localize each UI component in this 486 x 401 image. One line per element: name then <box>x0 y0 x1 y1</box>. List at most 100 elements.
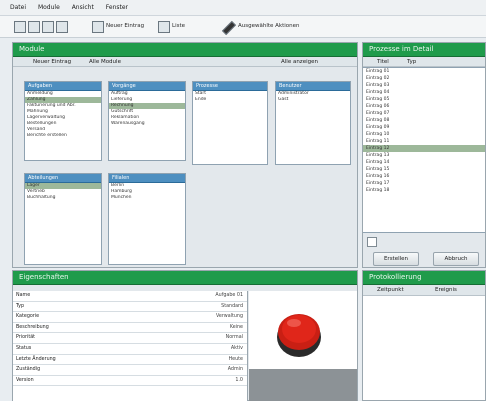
menu-module[interactable]: Module <box>38 4 60 11</box>
print-icon[interactable] <box>56 21 68 33</box>
new-file-icon[interactable] <box>14 21 26 33</box>
list-item[interactable]: Ende <box>193 97 267 103</box>
tab-show-all[interactable]: Alle anzeigen <box>281 59 318 65</box>
property-label: Kategorie <box>16 314 40 320</box>
table-row[interactable]: Typ Standard <box>13 302 247 313</box>
log-tabstrip: Zeitpunkt Ereignis <box>363 285 485 296</box>
modules-panel: Module Neuer Eintrag Alle Module Alle an… <box>12 42 358 268</box>
preview-footer <box>249 369 357 401</box>
property-value[interactable]: Normal <box>226 333 243 343</box>
column-time[interactable]: Zeitpunkt <box>377 287 404 293</box>
modules-tabstrip: Neuer Eintrag Alle Module Alle anzeigen <box>13 57 357 67</box>
list-item[interactable]: Eintrag 12 <box>363 145 485 152</box>
list-item[interactable]: Warenausgang <box>109 121 185 127</box>
list-item[interactable]: Eintrag 11 <box>363 138 485 145</box>
module-box-processes[interactable]: Vorgänge Auftrag Lieferung Rechnung Guts… <box>108 81 186 161</box>
details-panel: Prozesse im Detail Titel Typ Eintrag 01 … <box>362 42 486 268</box>
module-box-tasks-title: Aufgaben <box>25 82 101 91</box>
list-item[interactable]: Eintrag 04 <box>363 89 485 96</box>
menu-fenster[interactable]: Fenster <box>106 4 128 11</box>
list-item[interactable]: Eintrag 13 <box>363 152 485 159</box>
module-box-tasks[interactable]: Aufgaben Anmeldung Zahlung Fakturierung … <box>24 81 102 161</box>
column-event[interactable]: Ereignis <box>435 287 457 293</box>
module-box-users-title: Benutzer <box>276 82 350 91</box>
table-row[interactable]: Version 1.0 <box>13 376 247 387</box>
actions-label[interactable]: Ausgewählte Aktionen <box>238 23 300 29</box>
list-item[interactable]: Eintrag 05 <box>363 96 485 103</box>
create-button[interactable]: Erstellen <box>373 252 419 266</box>
property-value[interactable]: Admin <box>228 365 243 375</box>
tab-title[interactable]: Titel <box>377 59 389 65</box>
property-value[interactable]: Aufgabe 01 <box>215 291 243 301</box>
table-row[interactable]: Name Aufgabe 01 <box>13 291 247 302</box>
module-box-users[interactable]: Benutzer Administrator Gast <box>275 81 351 165</box>
table-row[interactable]: Priorität Normal <box>13 333 247 344</box>
new-entry-label[interactable]: Neuer Eintrag <box>106 23 144 29</box>
log-panel: Protokollierung Zeitpunkt Ereignis <box>362 270 486 401</box>
preview-area <box>249 291 357 369</box>
list-item[interactable]: Eintrag 14 <box>363 159 485 166</box>
module-box-departments-title: Abteilungen <box>25 174 101 183</box>
module-box-flows[interactable]: Prozesse Start Ende <box>192 81 268 165</box>
list-icon[interactable] <box>158 21 170 33</box>
table-row[interactable]: Beschreibung Keine <box>13 323 247 334</box>
properties-panel: Eigenschaften Name Aufgabe 01 Typ Standard… <box>12 270 358 401</box>
property-label: Name <box>16 293 31 298</box>
stop-button-icon[interactable] <box>249 291 357 369</box>
menu-ansicht[interactable]: Ansicht <box>72 4 94 11</box>
list-item[interactable]: Eintrag 17 <box>363 180 485 187</box>
menu-datei[interactable]: Datei <box>10 4 26 11</box>
list-item[interactable]: Eintrag 07 <box>363 110 485 117</box>
tab-type[interactable]: Typ <box>407 59 416 65</box>
log-panel-title: Protokollierung <box>363 271 485 285</box>
list-item[interactable]: Eintrag 06 <box>363 103 485 110</box>
new-entry-icon[interactable] <box>92 21 104 33</box>
checkbox[interactable] <box>367 237 377 247</box>
table-row[interactable]: Status Aktiv <box>13 344 247 355</box>
property-value[interactable]: Verwaltung <box>216 312 243 322</box>
list-item[interactable]: Eintrag 01 <box>363 68 485 75</box>
property-label: Status <box>16 345 32 351</box>
property-value[interactable]: Standard <box>221 302 243 312</box>
list-item[interactable]: Eintrag 02 <box>363 75 485 82</box>
table-row[interactable]: Letzte Änderung Heute <box>13 355 247 366</box>
open-folder-icon[interactable] <box>28 21 40 33</box>
module-box-branches[interactable]: Filialen Berlin Hamburg München <box>108 173 186 265</box>
list-item[interactable]: Berichte erstellen <box>25 133 101 139</box>
property-label: Letzte Änderung <box>16 356 56 362</box>
property-value[interactable]: Keine <box>230 323 243 333</box>
table-row[interactable]: Zuständig Admin <box>13 365 247 376</box>
module-box-flows-title: Prozesse <box>193 82 267 91</box>
details-tabstrip: Titel Typ <box>363 57 485 67</box>
table-row[interactable]: Kategorie Verwaltung <box>13 312 247 323</box>
tab-new-entry[interactable]: Neuer Eintrag <box>33 59 71 65</box>
list-item[interactable]: Buchhaltung <box>25 195 101 201</box>
list-item[interactable]: Eintrag 09 <box>363 124 485 131</box>
list-item[interactable]: Eintrag 15 <box>363 166 485 173</box>
property-value[interactable]: Aktiv <box>231 344 243 354</box>
property-value[interactable]: Heute <box>229 355 243 365</box>
menu-bar: Datei Module Ansicht Fenster <box>0 0 486 16</box>
property-label: Typ <box>16 303 25 309</box>
property-label: Version <box>16 377 34 383</box>
list-label[interactable]: Liste <box>172 23 185 29</box>
modules-panel-title: Module <box>13 43 357 57</box>
save-icon[interactable] <box>42 21 54 33</box>
cancel-button[interactable]: Abbruch <box>433 252 479 266</box>
pen-icon[interactable] <box>221 20 237 36</box>
list-item[interactable]: Eintrag 03 <box>363 82 485 89</box>
list-item[interactable]: Eintrag 10 <box>363 131 485 138</box>
list-item[interactable]: Eintrag 18 <box>363 187 485 194</box>
list-item[interactable]: Gast <box>276 97 350 103</box>
details-list[interactable]: Eintrag 01 Eintrag 02 Eintrag 03 Eintrag… <box>363 67 485 233</box>
property-value[interactable]: 1.0 <box>235 376 243 386</box>
tab-all-modules[interactable]: Alle Module <box>89 59 121 65</box>
list-item[interactable]: München <box>109 195 185 201</box>
module-box-departments[interactable]: Abteilungen Lager Vertrieb Buchhaltung <box>24 173 102 265</box>
toolbar: Neuer Eintrag Liste Ausgewählte Aktionen <box>0 16 486 38</box>
module-box-branches-title: Filialen <box>109 174 185 183</box>
list-item[interactable]: Eintrag 16 <box>363 173 485 180</box>
module-box-processes-title: Vorgänge <box>109 82 185 91</box>
list-item[interactable]: Eintrag 08 <box>363 117 485 124</box>
properties-panel-title: Eigenschaften <box>13 271 357 285</box>
